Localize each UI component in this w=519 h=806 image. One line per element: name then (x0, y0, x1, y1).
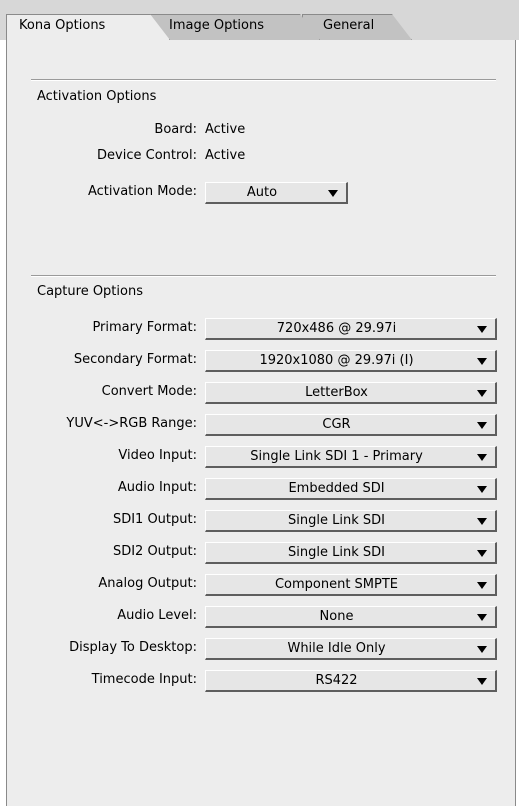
capture-option-value: 1920x1080 @ 29.97i (I) (259, 353, 414, 368)
capture-option-popup[interactable]: Embedded SDI (205, 478, 497, 500)
capture-option-popup[interactable]: Component SMPTE (205, 574, 497, 596)
tab-label: Kona Options (19, 18, 106, 33)
capture-option-label: Video Input: (118, 448, 197, 463)
board-label: Board: (154, 122, 197, 137)
chevron-down-icon (477, 486, 487, 493)
capture-option-value: Embedded SDI (288, 481, 385, 496)
capture-option-label: Secondary Format: (73, 352, 197, 367)
chevron-down-icon (477, 646, 487, 653)
capture-option-label: SDI1 Output: (112, 512, 197, 527)
chevron-down-icon (477, 678, 487, 685)
capture-option-value: While Idle Only (287, 641, 386, 656)
capture-option-value: 720x486 @ 29.97i (276, 321, 397, 336)
activation-mode-popup[interactable]: Auto (205, 182, 348, 204)
tab-label: Image Options (169, 18, 265, 33)
tab-image-options[interactable]: Image Options (150, 14, 320, 40)
chevron-down-icon (477, 550, 487, 557)
capture-option-popup[interactable]: RS422 (205, 670, 497, 692)
capture-option-value: CGR (322, 417, 351, 432)
capture-option-popup[interactable]: 720x486 @ 29.97i (205, 318, 497, 340)
capture-option-value: LetterBox (305, 385, 368, 400)
device-control-label: Device Control: (97, 148, 197, 163)
chevron-down-icon (477, 582, 487, 589)
capture-option-value: Single Link SDI 1 - Primary (250, 449, 423, 464)
capture-option-value: None (319, 609, 354, 624)
capture-option-label: SDI2 Output: (112, 544, 197, 559)
options-panel: Activation Options Board: Active Device … (6, 40, 516, 806)
chevron-down-icon (477, 454, 487, 461)
capture-option-value: Component SMPTE (274, 577, 399, 592)
section-divider (31, 79, 496, 81)
board-value: Active (205, 122, 246, 137)
capture-option-popup[interactable]: LetterBox (205, 382, 497, 404)
capture-option-popup[interactable]: While Idle Only (205, 638, 497, 660)
capture-option-popup[interactable]: None (205, 606, 497, 628)
capture-option-popup[interactable]: CGR (205, 414, 497, 436)
device-control-value: Active (205, 148, 246, 163)
capture-option-label: Timecode Input: (91, 672, 197, 687)
capture-option-label: Audio Level: (117, 608, 197, 623)
capture-options-title: Capture Options (37, 284, 143, 299)
capture-option-popup[interactable]: Single Link SDI 1 - Primary (205, 446, 497, 468)
capture-option-value: Single Link SDI (288, 513, 385, 528)
activation-options-title: Activation Options (37, 89, 157, 104)
chevron-down-icon (477, 326, 487, 333)
capture-option-popup[interactable]: Single Link SDI (205, 510, 497, 532)
capture-option-label: Convert Mode: (101, 384, 197, 399)
chevron-down-icon (477, 614, 487, 621)
capture-option-label: YUV<->RGB Range: (66, 416, 197, 431)
capture-option-label: Primary Format: (92, 320, 197, 335)
chevron-down-icon (477, 358, 487, 365)
tab-label: General (323, 18, 375, 33)
capture-option-label: Display To Desktop: (69, 640, 197, 655)
tab-bar: General Image Options Kona Options (0, 0, 519, 40)
tab-general[interactable]: General (302, 14, 412, 40)
activation-mode-value: Auto (246, 185, 278, 200)
capture-option-value: RS422 (315, 673, 358, 688)
capture-option-value: Single Link SDI (288, 545, 385, 560)
capture-option-popup[interactable]: Single Link SDI (205, 542, 497, 564)
capture-option-label: Audio Input: (117, 480, 197, 495)
tab-kona-options[interactable]: Kona Options (6, 14, 170, 40)
activation-mode-label: Activation Mode: (87, 184, 197, 199)
chevron-down-icon (477, 390, 487, 397)
chevron-down-icon (328, 190, 338, 197)
capture-option-popup[interactable]: 1920x1080 @ 29.97i (I) (205, 350, 497, 372)
chevron-down-icon (477, 422, 487, 429)
capture-option-label: Analog Output: (98, 576, 197, 591)
section-divider (31, 275, 496, 277)
chevron-down-icon (477, 518, 487, 525)
